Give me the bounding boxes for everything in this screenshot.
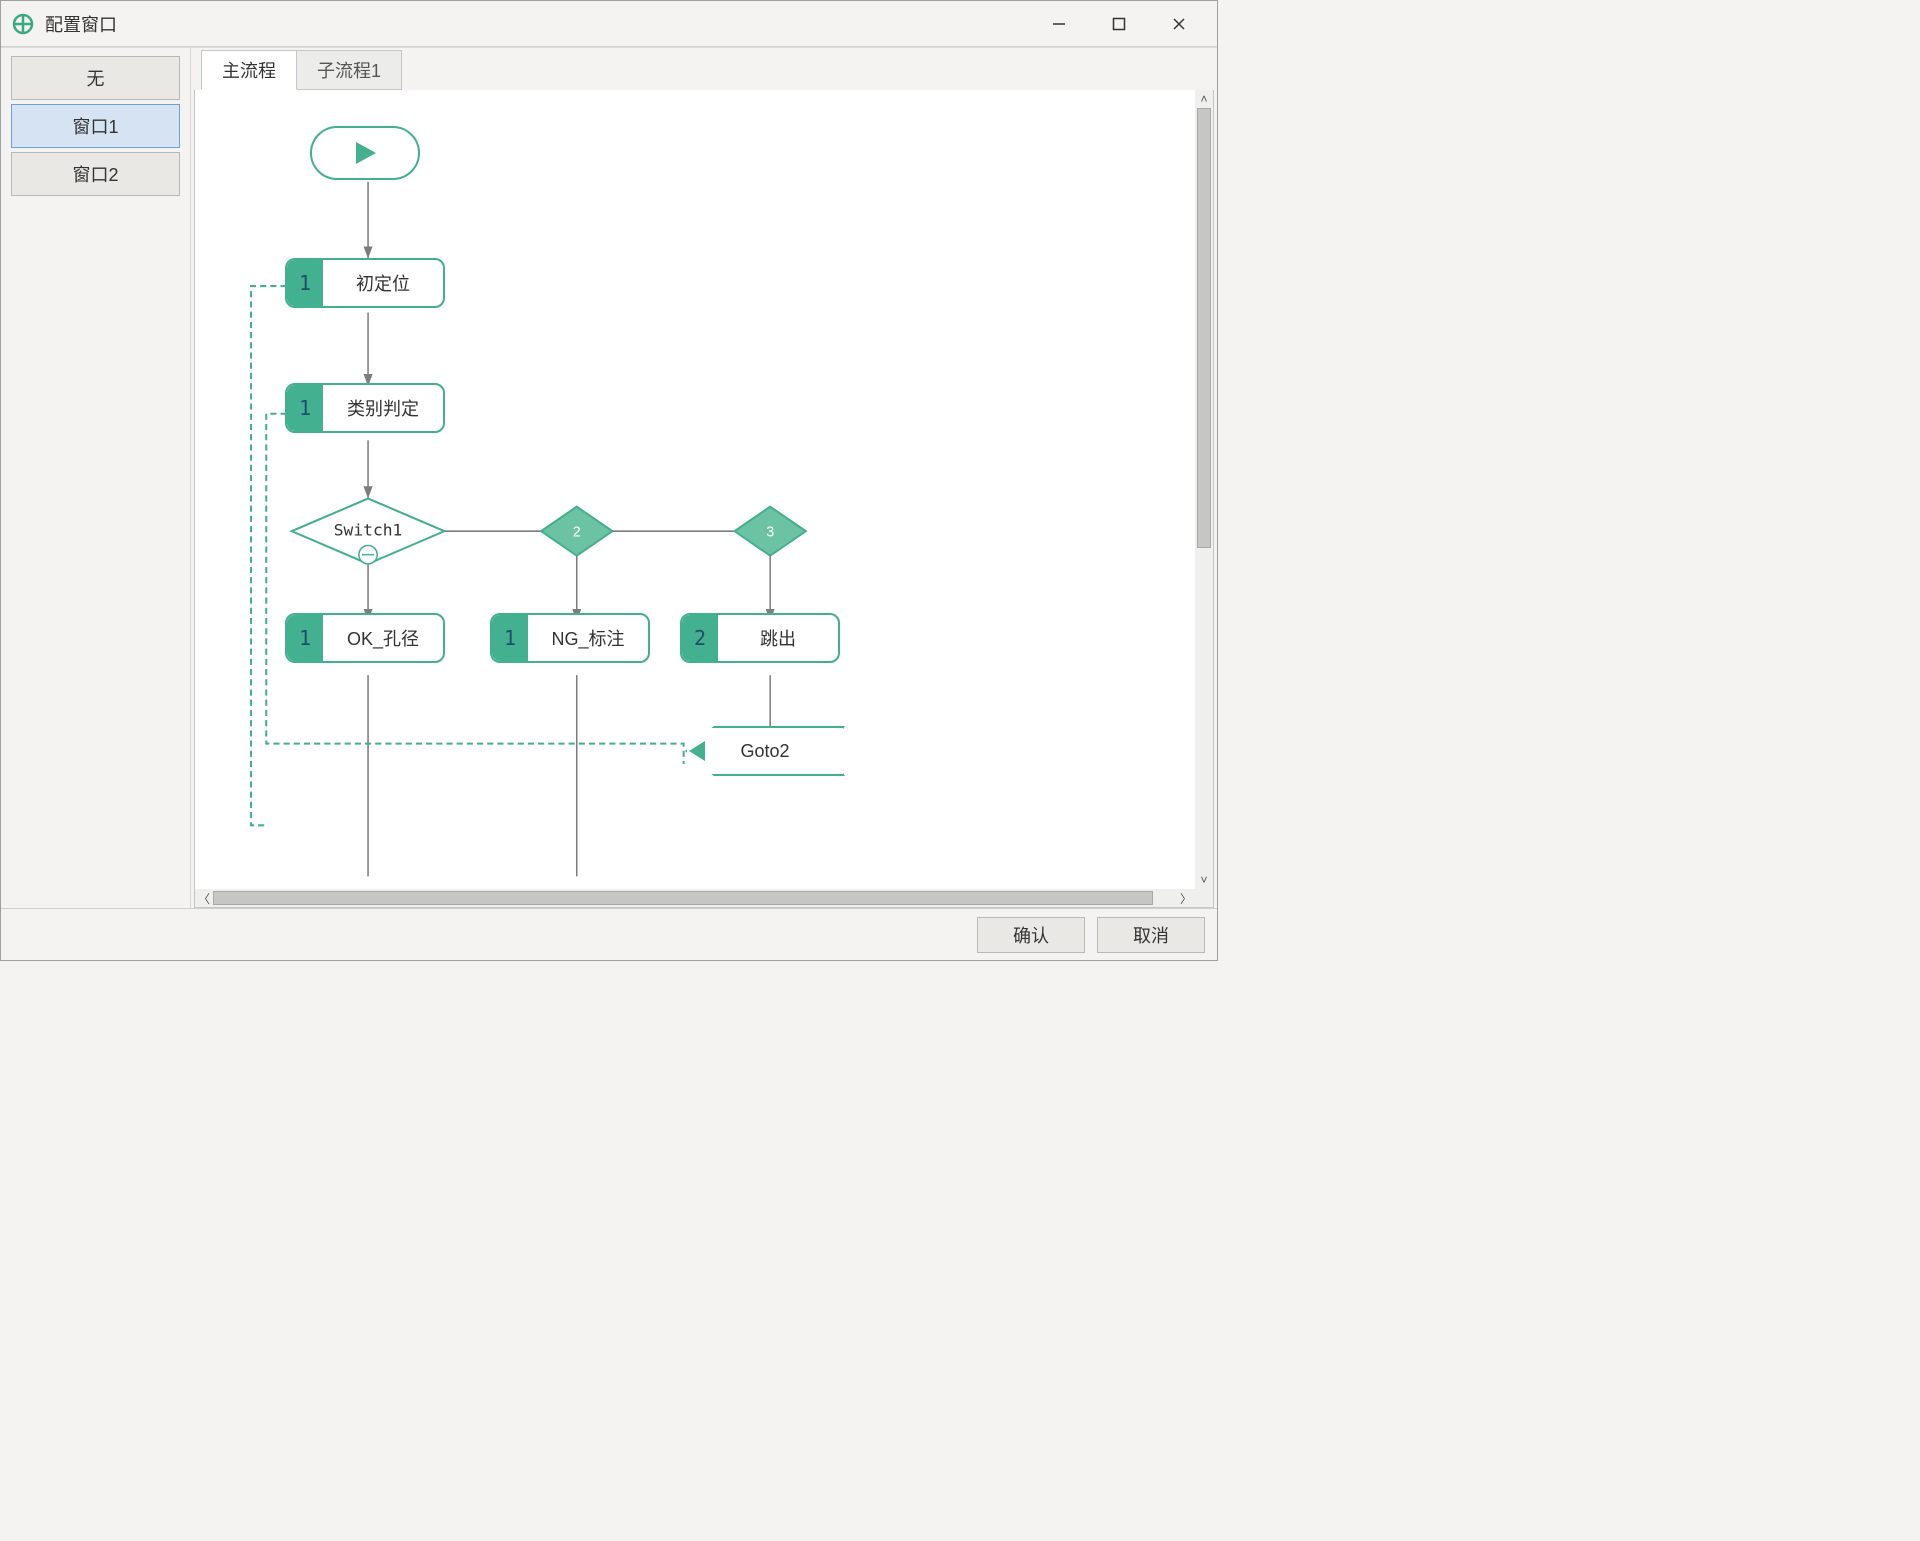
sidebar-item-none[interactable]: 无 [11,56,180,100]
flow-start-node[interactable] [310,126,420,180]
scroll-corner [1195,889,1213,907]
close-button[interactable] [1149,1,1209,47]
minimize-button[interactable] [1029,1,1089,47]
node-number: 1 [287,260,323,306]
tabs: 主流程 子流程1 [201,50,1215,90]
svg-text:2: 2 [573,524,581,540]
titlebar: 配置窗口 [1,1,1217,47]
main-area: 主流程 子流程1 [191,48,1217,908]
cancel-button[interactable]: 取消 [1097,917,1205,953]
tab-label: 主流程 [222,61,276,81]
window-controls [1029,1,1209,47]
flow-edges: Switch1 2 3 [195,90,1213,907]
svg-text:3: 3 [766,524,774,540]
node-label: 类别判定 [323,385,443,431]
flow-node-jump-out[interactable]: 2 跳出 [680,613,840,663]
node-label: OK_孔径 [323,615,443,661]
horizontal-scrollbar[interactable]: 〈 〉 [195,889,1195,907]
sidebar-item-label: 窗口2 [72,161,118,187]
svg-text:Switch1: Switch1 [334,520,403,539]
tab-label: 子流程1 [317,61,381,81]
node-label: 跳出 [718,615,838,661]
flow-node-category-judge[interactable]: 1 类别判定 [285,383,445,433]
node-label: NG_标注 [528,615,648,661]
node-label: Goto2 [740,741,789,762]
node-label: 初定位 [323,260,443,306]
flow-node-ok-bore[interactable]: 1 OK_孔径 [285,613,445,663]
sidebar-item-label: 无 [87,65,105,91]
tab-sub-flow-1[interactable]: 子流程1 [297,50,402,90]
vertical-scrollbar[interactable]: ˄ ˅ [1195,90,1213,889]
scroll-thumb[interactable] [213,891,1153,905]
flow-canvas[interactable]: Switch1 2 3 1 初定位 1 [194,90,1214,908]
sidebar-item-window1[interactable]: 窗口1 [11,104,180,148]
node-number: 2 [682,615,718,661]
window-title: 配置窗口 [45,11,117,37]
scroll-up-icon[interactable]: ˄ [1195,90,1213,108]
scroll-right-icon[interactable]: 〉 [1177,889,1195,907]
sidebar-item-window2[interactable]: 窗口2 [11,152,180,196]
button-label: 取消 [1133,922,1169,948]
sidebar: 无 窗口1 窗口2 [1,48,191,908]
flow-node-init-locate[interactable]: 1 初定位 [285,258,445,308]
node-number: 1 [287,615,323,661]
ok-button[interactable]: 确认 [977,917,1085,953]
sidebar-item-label: 窗口1 [72,113,118,139]
node-number: 1 [287,385,323,431]
flow-node-ng-mark[interactable]: 1 NG_标注 [490,613,650,663]
config-window: 配置窗口 无 窗口1 窗口2 [0,0,1218,961]
node-number: 1 [492,615,528,661]
dialog-footer: 确认 取消 [1,908,1217,960]
goto-arrow-icon [689,741,705,761]
tab-main-flow[interactable]: 主流程 [201,50,297,90]
app-logo-icon [9,10,37,38]
play-icon [352,140,378,166]
scroll-left-icon[interactable]: 〈 [195,889,213,907]
scroll-down-icon[interactable]: ˅ [1195,871,1213,889]
flow-node-goto2[interactable]: Goto2 [685,726,845,776]
scroll-thumb[interactable] [1197,108,1211,548]
button-label: 确认 [1013,922,1049,948]
maximize-button[interactable] [1089,1,1149,47]
